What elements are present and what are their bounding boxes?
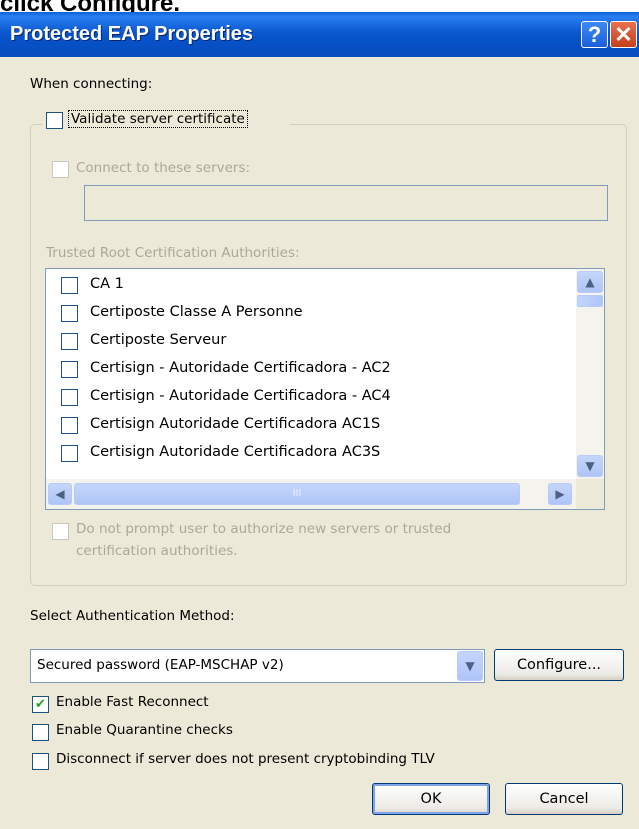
select-method-label: Select Authentication Method: bbox=[30, 608, 235, 624]
scroll-corner bbox=[576, 479, 604, 509]
list-item[interactable]: Certiposte Classe A Personne bbox=[46, 303, 576, 325]
servers-input[interactable] bbox=[84, 185, 608, 221]
list-item-label: Certisign - Autoridade Certificadora - A… bbox=[90, 360, 391, 376]
vertical-scrollbar[interactable]: ▲ ▼ bbox=[576, 269, 604, 479]
auth-method-value: Secured password (EAP-MSCHAP v2) bbox=[37, 657, 284, 673]
cryptobinding-checkbox[interactable] bbox=[32, 753, 49, 770]
close-button[interactable]: ✕ bbox=[610, 21, 637, 48]
list-item-checkbox[interactable] bbox=[61, 305, 78, 322]
title-bar: Protected EAP Properties ? ✕ bbox=[0, 12, 639, 57]
list-item-label: Certiposte Serveur bbox=[90, 332, 227, 348]
scroll-up-button[interactable]: ▲ bbox=[577, 271, 603, 293]
list-item-label: Certisign Autoridade Certificadora AC1S bbox=[90, 416, 381, 432]
list-item-checkbox[interactable] bbox=[61, 445, 78, 462]
scroll-left-button[interactable]: ◀ bbox=[48, 483, 72, 505]
authorities-list[interactable]: CA 1 Certiposte Classe A Personne Certip… bbox=[45, 268, 605, 510]
list-item-label: Certisign Autoridade Certificadora AC3S bbox=[90, 444, 381, 460]
quarantine-checkbox[interactable] bbox=[32, 724, 49, 741]
validate-cert-label[interactable]: Validate server certificate bbox=[68, 110, 248, 128]
horizontal-scroll-thumb[interactable]: III bbox=[74, 483, 520, 505]
when-connecting-label: When connecting: bbox=[30, 76, 153, 92]
list-item-label: Certiposte Classe A Personne bbox=[90, 304, 303, 320]
configure-button[interactable]: Configure... bbox=[494, 649, 624, 681]
list-item-checkbox[interactable] bbox=[61, 361, 78, 378]
list-item-label: CA 1 bbox=[90, 276, 124, 292]
list-item-label: Certisign - Autoridade Certificadora - A… bbox=[90, 388, 391, 404]
connect-servers-checkbox[interactable] bbox=[52, 161, 69, 178]
scroll-right-button[interactable]: ▶ bbox=[548, 483, 572, 505]
vertical-scroll-thumb[interactable] bbox=[577, 295, 603, 307]
window-title: Protected EAP Properties bbox=[10, 23, 254, 45]
list-item[interactable]: Certisign Autoridade Certificadora AC1S bbox=[46, 415, 576, 437]
dialog-window: Protected EAP Properties ? ✕ When connec… bbox=[0, 12, 639, 829]
cryptobinding-label[interactable]: Disconnect if server does not present cr… bbox=[56, 751, 435, 767]
ok-button[interactable]: OK bbox=[372, 783, 490, 815]
list-item-checkbox[interactable] bbox=[61, 389, 78, 406]
list-item-checkbox[interactable] bbox=[61, 333, 78, 350]
do-not-prompt-label-line2: certification authorities. bbox=[76, 543, 238, 559]
help-button[interactable]: ? bbox=[581, 21, 608, 48]
validate-cert-checkbox[interactable] bbox=[46, 112, 63, 129]
fast-reconnect-label[interactable]: Enable Fast Reconnect bbox=[56, 694, 209, 710]
chevron-down-icon[interactable]: ▼ bbox=[457, 651, 483, 681]
cancel-button[interactable]: Cancel bbox=[505, 783, 623, 815]
list-item-checkbox[interactable] bbox=[61, 277, 78, 294]
list-item[interactable]: CA 1 bbox=[46, 275, 576, 297]
do-not-prompt-checkbox[interactable] bbox=[52, 523, 69, 540]
list-item-checkbox[interactable] bbox=[61, 417, 78, 434]
do-not-prompt-label-line1: Do not prompt user to authorize new serv… bbox=[76, 521, 452, 537]
scroll-down-button[interactable]: ▼ bbox=[577, 455, 603, 477]
connect-servers-label: Connect to these servers: bbox=[76, 160, 251, 176]
auth-method-select[interactable]: Secured password (EAP-MSCHAP v2) ▼ bbox=[30, 649, 485, 683]
list-item[interactable]: Certiposte Serveur bbox=[46, 331, 576, 353]
list-item[interactable]: Certisign - Autoridade Certificadora - A… bbox=[46, 387, 576, 409]
list-item[interactable]: Certisign Autoridade Certificadora AC3S bbox=[46, 443, 576, 465]
fast-reconnect-checkbox[interactable]: ✔ bbox=[32, 696, 49, 713]
list-item[interactable]: Certisign - Autoridade Certificadora - A… bbox=[46, 359, 576, 381]
quarantine-label[interactable]: Enable Quarantine checks bbox=[56, 722, 233, 738]
trusted-authorities-label: Trusted Root Certification Authorities: bbox=[46, 245, 300, 261]
horizontal-scrollbar[interactable]: ◀ III ▶ bbox=[46, 479, 576, 509]
